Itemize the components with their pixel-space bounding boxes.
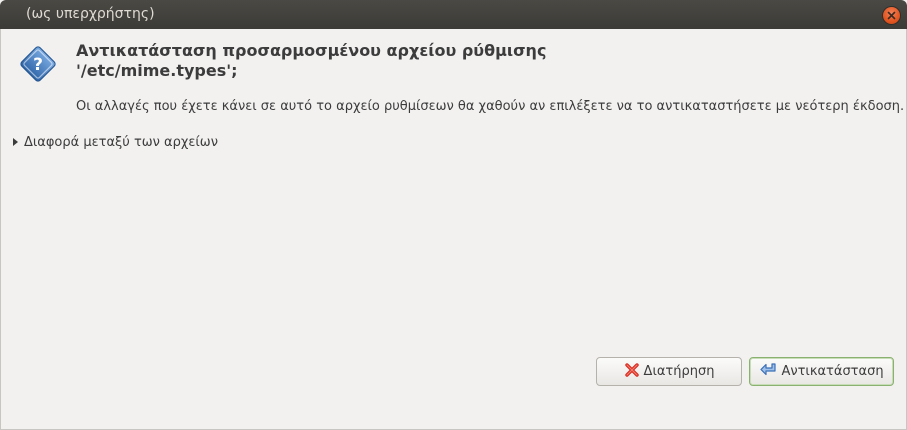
expander-arrow-icon — [13, 137, 18, 146]
keep-button[interactable]: Διατήρηση — [596, 357, 742, 386]
replace-arrow-icon — [759, 362, 777, 382]
window-titlebar[interactable]: (ως υπερχρήστης) — [0, 0, 907, 29]
red-x-icon — [624, 362, 640, 382]
window-title: (ως υπερχρήστης) — [26, 6, 155, 22]
expander-label: Διαφορά μεταξύ των αρχείων — [24, 135, 218, 150]
dialog-heading: Αντικατάσταση προσαρμοσμένου αρχείου ρύθ… — [76, 41, 876, 81]
dialog-message: Οι αλλαγές που έχετε κάνει σε αυτό το αρ… — [76, 99, 905, 114]
heading-line-2: '/etc/mime.types'; — [76, 61, 238, 80]
diff-expander[interactable]: Διαφορά μεταξύ των αρχείων — [13, 134, 218, 152]
close-icon — [887, 11, 896, 20]
dialog-body: ? Αντικατάσταση προσαρμοσμένου αρχείου ρ… — [0, 29, 907, 430]
close-button[interactable] — [883, 7, 900, 24]
replace-button[interactable]: Αντικατάσταση — [749, 357, 894, 386]
question-icon: ? — [20, 46, 56, 82]
replace-button-label: Αντικατάσταση — [781, 364, 884, 379]
heading-line-1: Αντικατάσταση προσαρμοσμένου αρχείου ρύθ… — [76, 41, 547, 60]
keep-button-label: Διατήρηση — [643, 364, 715, 379]
svg-text:?: ? — [33, 55, 43, 75]
